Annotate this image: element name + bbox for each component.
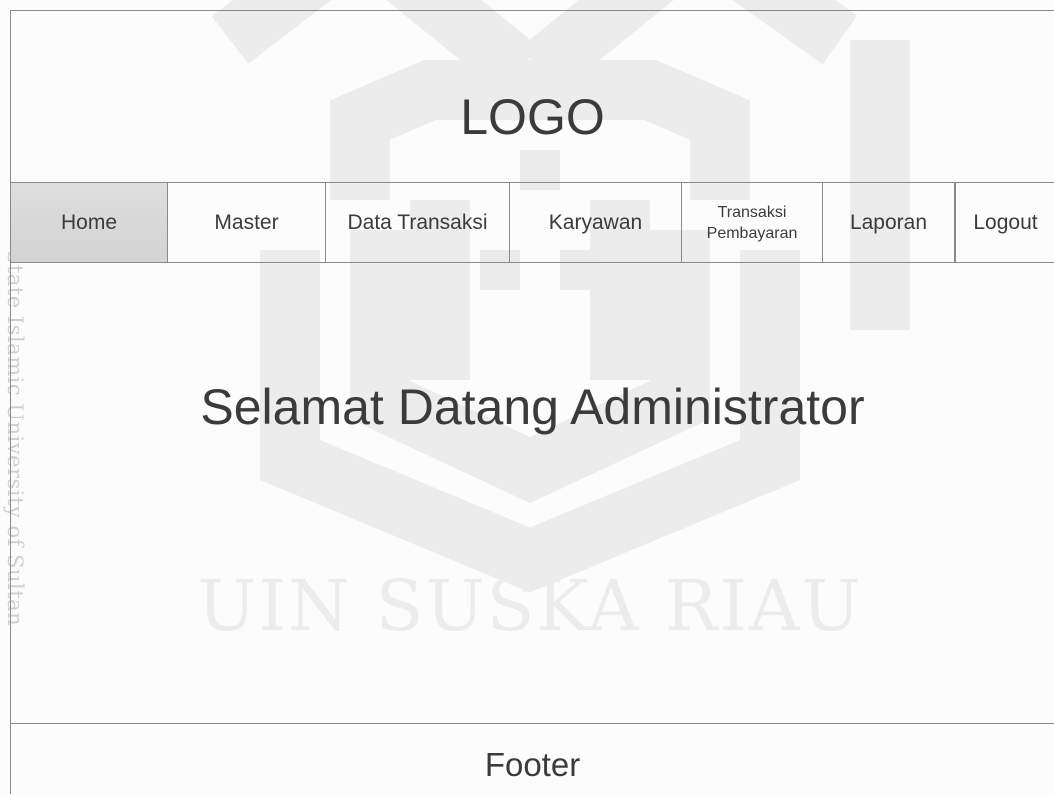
nav-item-home[interactable]: Home: [11, 183, 168, 262]
nav-item-master[interactable]: Master: [168, 183, 326, 262]
footer-text: Footer: [484, 746, 581, 783]
header: LOGO: [11, 11, 1054, 183]
nav-item-data-transaksi[interactable]: Data Transaksi: [326, 183, 510, 262]
nav-item-label-line1: Transaksi: [717, 203, 787, 221]
page-mockup: LOGO Home Master Data Transaksi Karyawan…: [10, 10, 1054, 794]
main-navigation: Home Master Data Transaksi Karyawan Tran…: [11, 182, 1054, 263]
welcome-heading: Selamat Datang Administrator: [200, 379, 865, 435]
logo-placeholder[interactable]: LOGO: [11, 87, 1054, 147]
nav-item-transaksi-pembayaran[interactable]: Transaksi Pembayaran: [682, 183, 823, 262]
nav-item-label-line2: Pembayaran: [706, 224, 798, 242]
nav-item-karyawan[interactable]: Karyawan: [510, 183, 682, 262]
nav-item-laporan[interactable]: Laporan: [823, 183, 955, 262]
nav-item-logout[interactable]: Logout: [955, 183, 1054, 262]
footer: Footer: [11, 723, 1054, 795]
